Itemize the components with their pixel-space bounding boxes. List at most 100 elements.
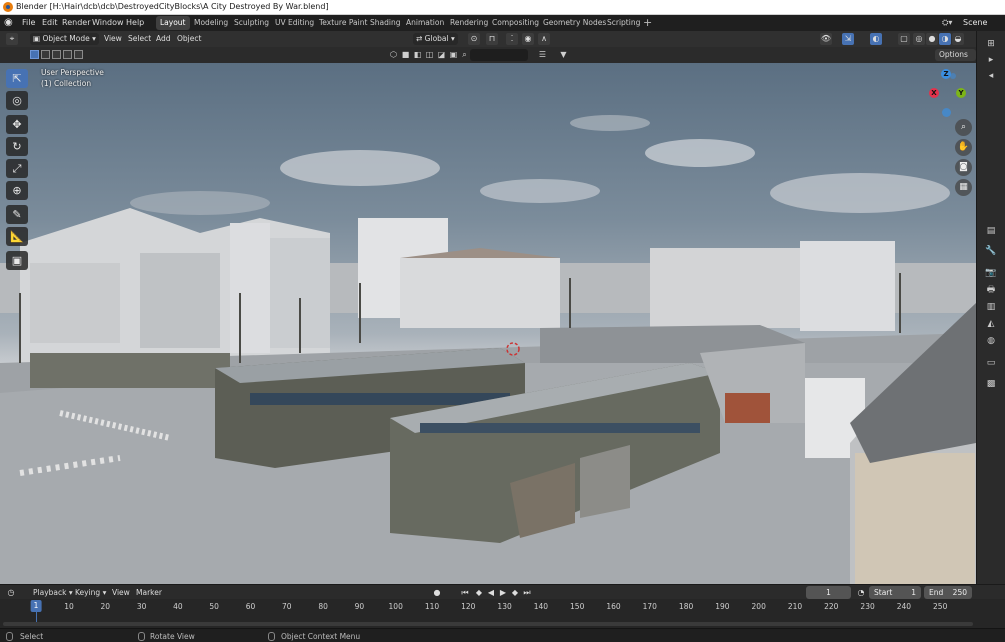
transform-tool-icon[interactable]: ⊕ (6, 181, 28, 200)
menu-help[interactable]: Help (126, 18, 144, 27)
menu-object[interactable]: Object (177, 34, 201, 43)
play-reverse-icon[interactable]: ◀ (486, 587, 496, 598)
expand-panel-icon[interactable]: ⊞ (984, 37, 998, 51)
filter-extra-icon[interactable]: ▣ (448, 49, 459, 60)
filter-light-icon[interactable]: ◧ (412, 49, 423, 60)
filter-empty-icon[interactable]: ◫ (424, 49, 435, 60)
mode-dropdown[interactable]: ▣ Object Mode ▾ (30, 33, 99, 45)
snap-options-icon[interactable]: ⁚ (506, 33, 518, 45)
render-properties-icon[interactable]: 📷 (984, 266, 998, 280)
world-properties-icon[interactable]: ◍ (984, 334, 998, 348)
output-properties-icon[interactable]: 🖶 (984, 283, 998, 297)
falloff-icon[interactable]: ∧ (538, 33, 550, 45)
gizmo-x-axis[interactable]: X (929, 88, 939, 98)
xray-toggle-icon[interactable]: ▢ (898, 33, 910, 45)
next-keyframe-icon[interactable]: ◆ (510, 587, 520, 598)
menu-marker[interactable]: Marker (136, 588, 162, 597)
overlays-toggle-icon[interactable]: ◐ (870, 33, 882, 45)
search-input[interactable] (470, 49, 528, 61)
select-mode-extend-icon[interactable] (41, 50, 50, 59)
menu-window[interactable]: Window (92, 18, 124, 27)
jump-start-icon[interactable]: ⏮ (460, 587, 470, 598)
shading-wireframe-icon[interactable]: ◎ (913, 33, 925, 45)
search-icon[interactable]: ⌕ (459, 49, 470, 60)
tab-modeling[interactable]: Modeling (194, 18, 228, 27)
menu-file[interactable]: File (22, 18, 35, 27)
editor-type-icon[interactable]: ⌖ (6, 33, 18, 45)
gizmo-toggle-icon[interactable]: ⇲ (842, 33, 854, 45)
tool-properties-icon[interactable]: 🔧 (984, 244, 998, 258)
shading-rendered-icon[interactable]: ◒ (952, 33, 964, 45)
shading-solid-icon[interactable]: ● (926, 33, 938, 45)
record-keyframe-icon[interactable]: ● (432, 587, 442, 598)
timeline[interactable]: 1 10 20 30 40 50 60 70 80 90 100 110 120 130 140 150 16… (0, 599, 1005, 628)
select-mode-invert-icon[interactable] (63, 50, 72, 59)
camera-view-icon[interactable]: ◙ (955, 159, 972, 176)
menu-edit[interactable]: Edit (42, 18, 58, 27)
measure-tool-icon[interactable]: 📐 (6, 227, 28, 246)
texture-properties-icon[interactable]: ▩ (984, 377, 998, 391)
move-tool-icon[interactable]: ✥ (6, 115, 28, 134)
select-mode-new-icon[interactable] (30, 50, 39, 59)
menu-timeline-view[interactable]: View (112, 588, 130, 597)
preview-range-icon[interactable]: ◔ (856, 587, 866, 598)
shading-material-icon[interactable]: ◑ (939, 33, 951, 45)
prev-keyframe-icon[interactable]: ◆ (474, 587, 484, 598)
cursor-tool-icon[interactable]: ◎ (6, 91, 28, 110)
rotate-tool-icon[interactable]: ↻ (6, 137, 28, 156)
add-workspace-icon[interactable]: + (643, 16, 652, 29)
proportional-edit-icon[interactable]: ◉ (522, 33, 534, 45)
menu-playback[interactable]: Playback ▾ (33, 588, 73, 597)
filter-other-icon[interactable]: ◪ (436, 49, 447, 60)
tab-geometry-nodes[interactable]: Geometry Nodes (543, 18, 606, 27)
tab-texture-paint[interactable]: Texture Paint (319, 18, 367, 27)
zoom-icon[interactable]: ⌕ (955, 119, 972, 136)
blender-menu-icon[interactable]: ◉ (4, 17, 13, 28)
timeline-editor-icon[interactable]: ◷ (6, 587, 16, 598)
tab-rendering[interactable]: Rendering (450, 18, 488, 27)
gizmo-y-axis[interactable]: Y (956, 88, 966, 98)
tab-compositing[interactable]: Compositing (492, 18, 539, 27)
timeline-scrollbar[interactable] (3, 622, 973, 626)
list-view-icon[interactable]: ☰ (537, 49, 548, 60)
menu-render[interactable]: Render (62, 18, 90, 27)
options-dropdown[interactable]: Options ▾ (935, 49, 976, 71)
jump-end-icon[interactable]: ⏭ (522, 587, 532, 598)
menu-view[interactable]: View (104, 34, 122, 43)
select-mode-intersect-icon[interactable] (74, 50, 83, 59)
menu-add[interactable]: Add (156, 34, 171, 43)
tab-animation[interactable]: Animation (406, 18, 444, 27)
scene-name[interactable]: Scene (963, 18, 987, 27)
select-box-tool-icon[interactable]: ⇱ (6, 69, 28, 88)
filter-camera-icon[interactable]: ■ (400, 49, 411, 60)
transform-orientation-dropdown[interactable]: ⇄ Global ▾ (413, 33, 458, 45)
select-mode-subtract-icon[interactable] (52, 50, 61, 59)
add-cube-tool-icon[interactable]: ▣ (6, 251, 28, 270)
scene-icon[interactable]: ⛭▾ (942, 18, 952, 28)
filter-funnel-icon[interactable]: ▼ (558, 49, 569, 60)
pivot-point-icon[interactable]: ⊙ (468, 33, 480, 45)
current-frame-field[interactable]: 1 (806, 586, 851, 599)
properties-editor-icon[interactable]: ▤ (984, 224, 998, 238)
filter-mesh-icon[interactable]: ⬡ (388, 49, 399, 60)
menu-select[interactable]: Select (128, 34, 151, 43)
end-frame-field[interactable]: End 250 (924, 586, 972, 599)
tab-layout[interactable]: Layout (156, 16, 190, 30)
playhead-frame[interactable]: 1 (30, 600, 42, 612)
3d-viewport[interactable]: User Perspective (1) Collection Z X Y ⌕ … (0, 63, 976, 584)
scene-properties-icon[interactable]: ◭ (984, 317, 998, 331)
grid-view-icon[interactable]: ▦ (955, 179, 972, 196)
tab-scripting[interactable]: Scripting (607, 18, 640, 27)
gizmo-neg-z-dot[interactable] (950, 73, 956, 79)
gizmo-neg-axis-dot[interactable] (942, 108, 951, 117)
start-frame-field[interactable]: Start 1 (869, 586, 921, 599)
tab-sculpting[interactable]: Sculpting (234, 18, 269, 27)
tab-shading[interactable]: Shading (370, 18, 400, 27)
panel-toggle-icon[interactable]: ▸ (984, 53, 998, 67)
snap-icon[interactable]: ⊓ (486, 33, 498, 45)
annotate-tool-icon[interactable]: ✎ (6, 205, 28, 224)
pan-hand-icon[interactable]: ✋ (955, 139, 972, 156)
visibility-icon[interactable]: 👁 (820, 33, 832, 45)
tab-uv-editing[interactable]: UV Editing (275, 18, 314, 27)
panel-collapse-icon[interactable]: ◂ (984, 69, 998, 83)
